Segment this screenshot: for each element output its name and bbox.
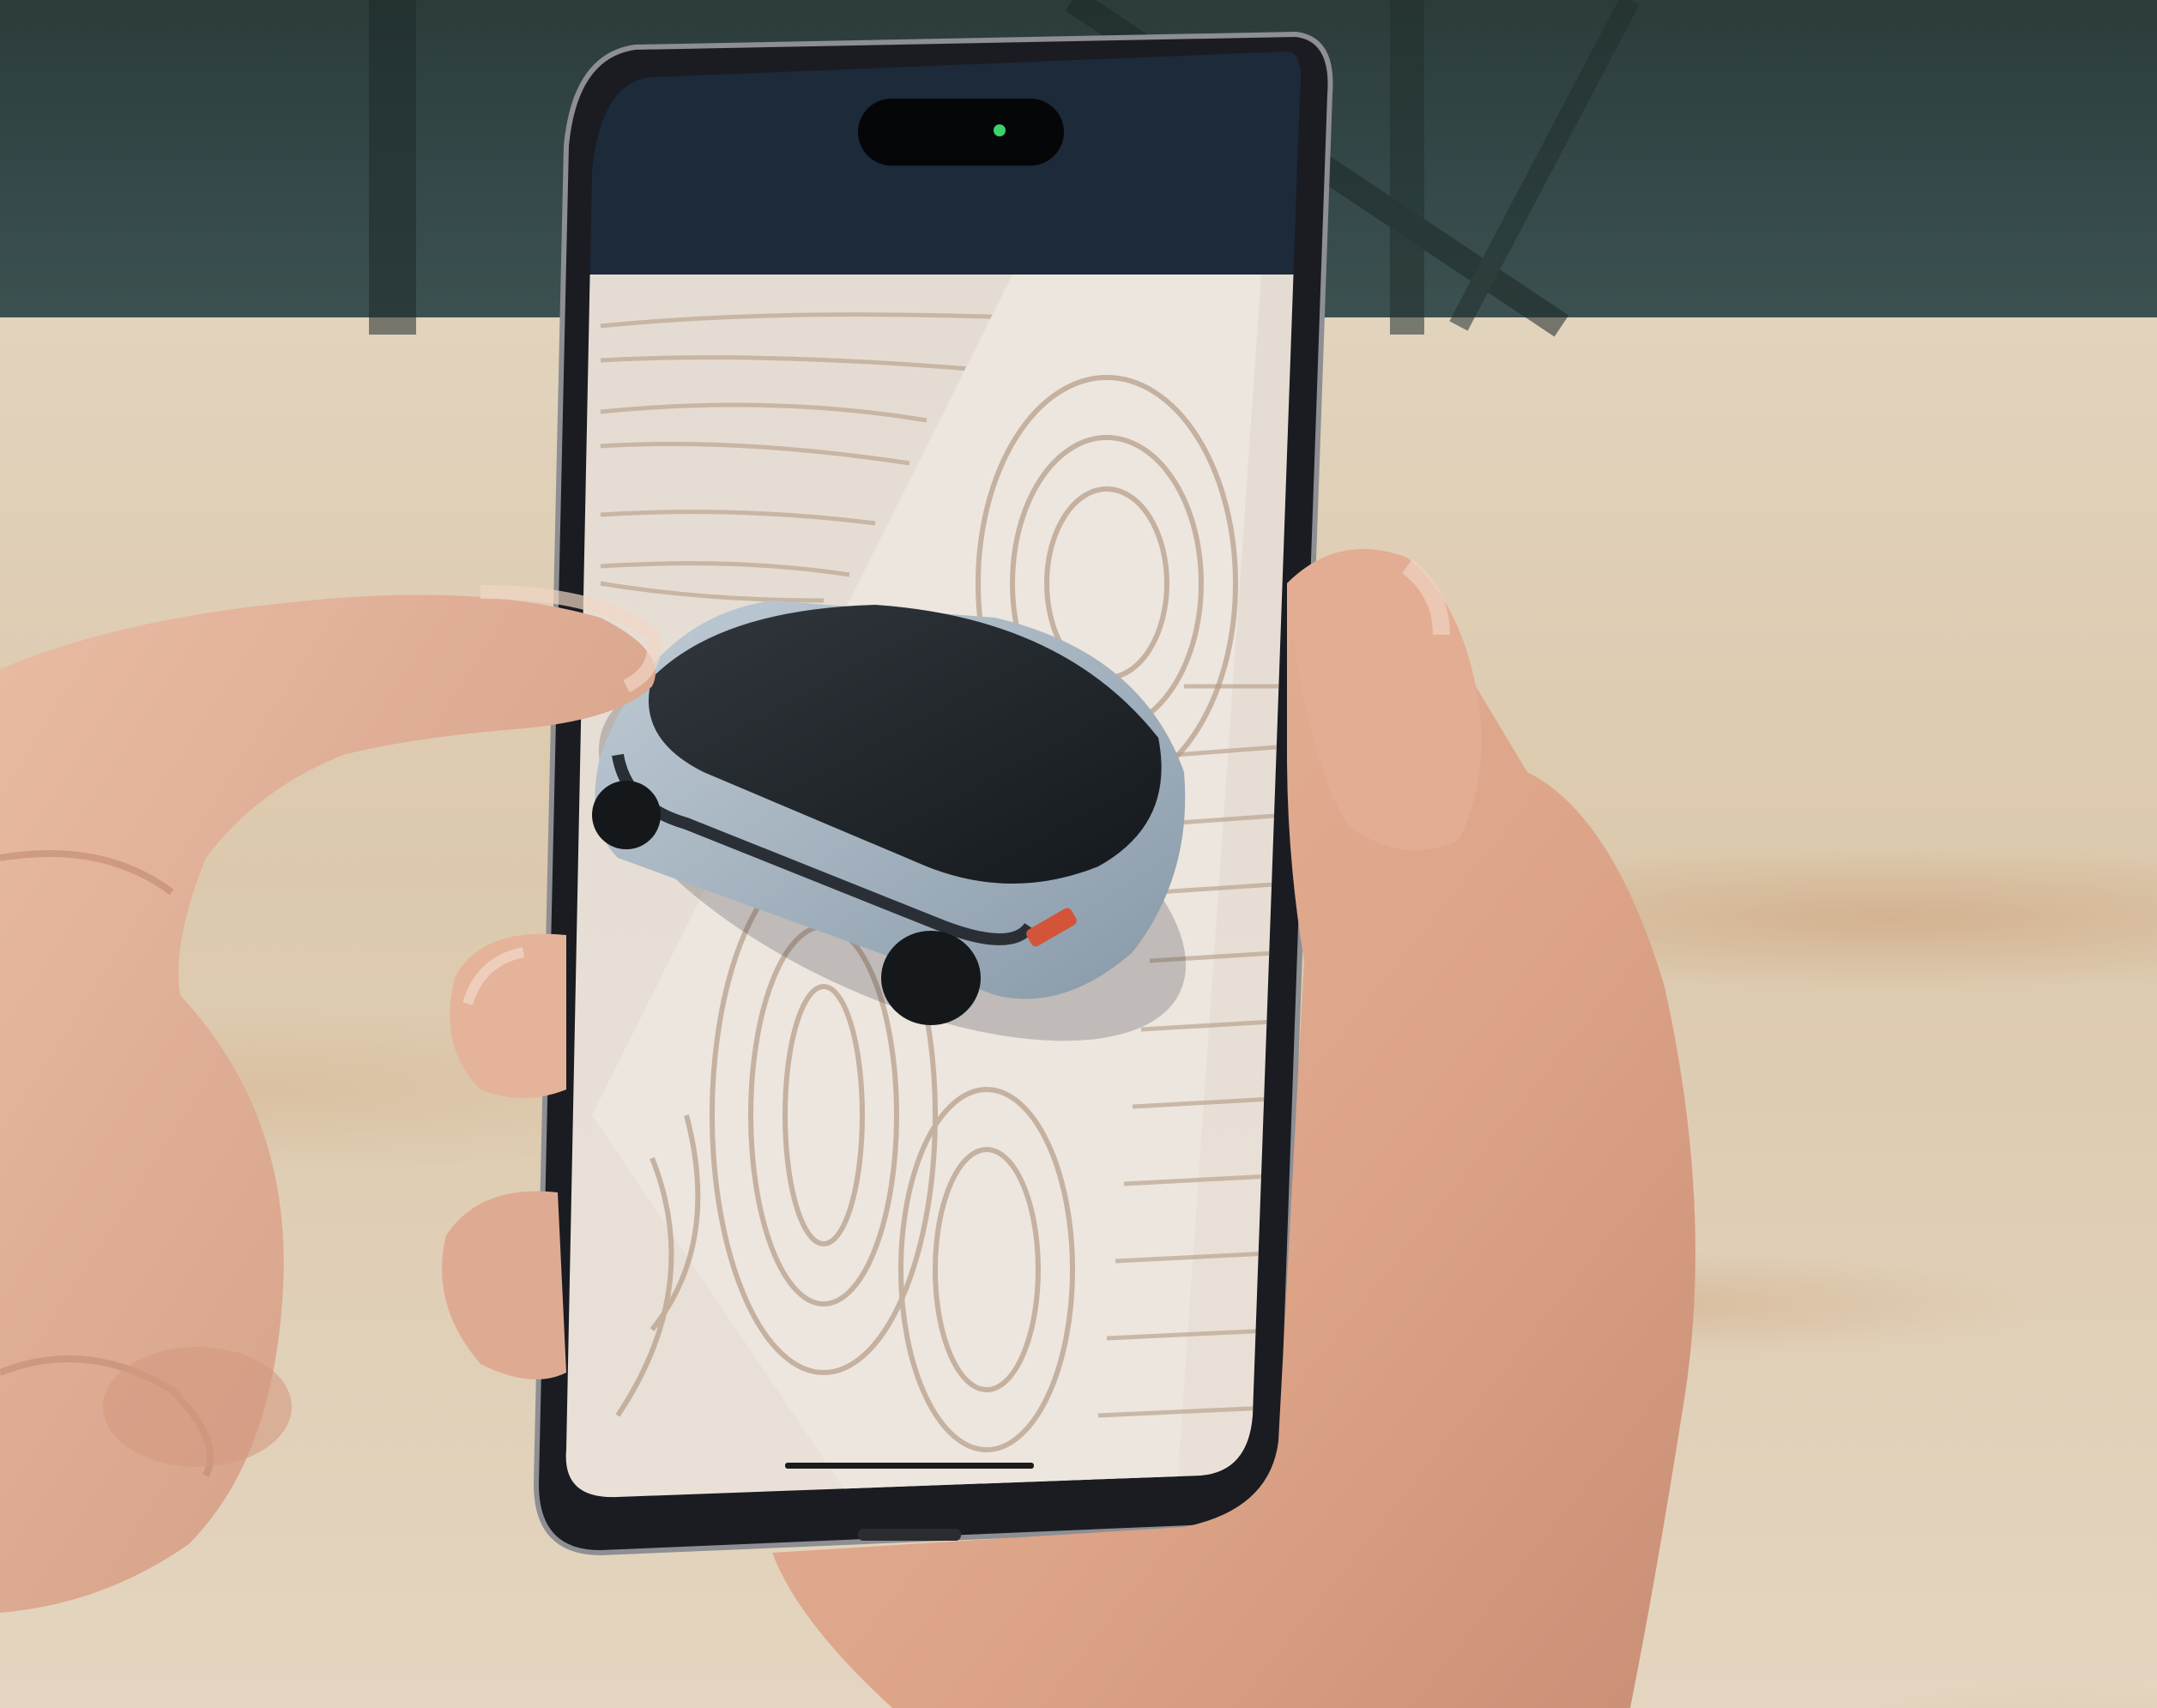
phone-screen[interactable] <box>515 34 1373 1518</box>
car-wheel <box>881 931 981 1025</box>
photo-illustration <box>0 0 1695 1708</box>
car-wheel <box>592 781 661 849</box>
camera-indicator-dot <box>994 124 1006 136</box>
photo-scene <box>0 0 2157 1708</box>
dynamic-island <box>858 99 1064 166</box>
home-indicator[interactable] <box>785 1463 1034 1469</box>
charging-port <box>858 1529 961 1541</box>
phone <box>515 31 1373 1556</box>
